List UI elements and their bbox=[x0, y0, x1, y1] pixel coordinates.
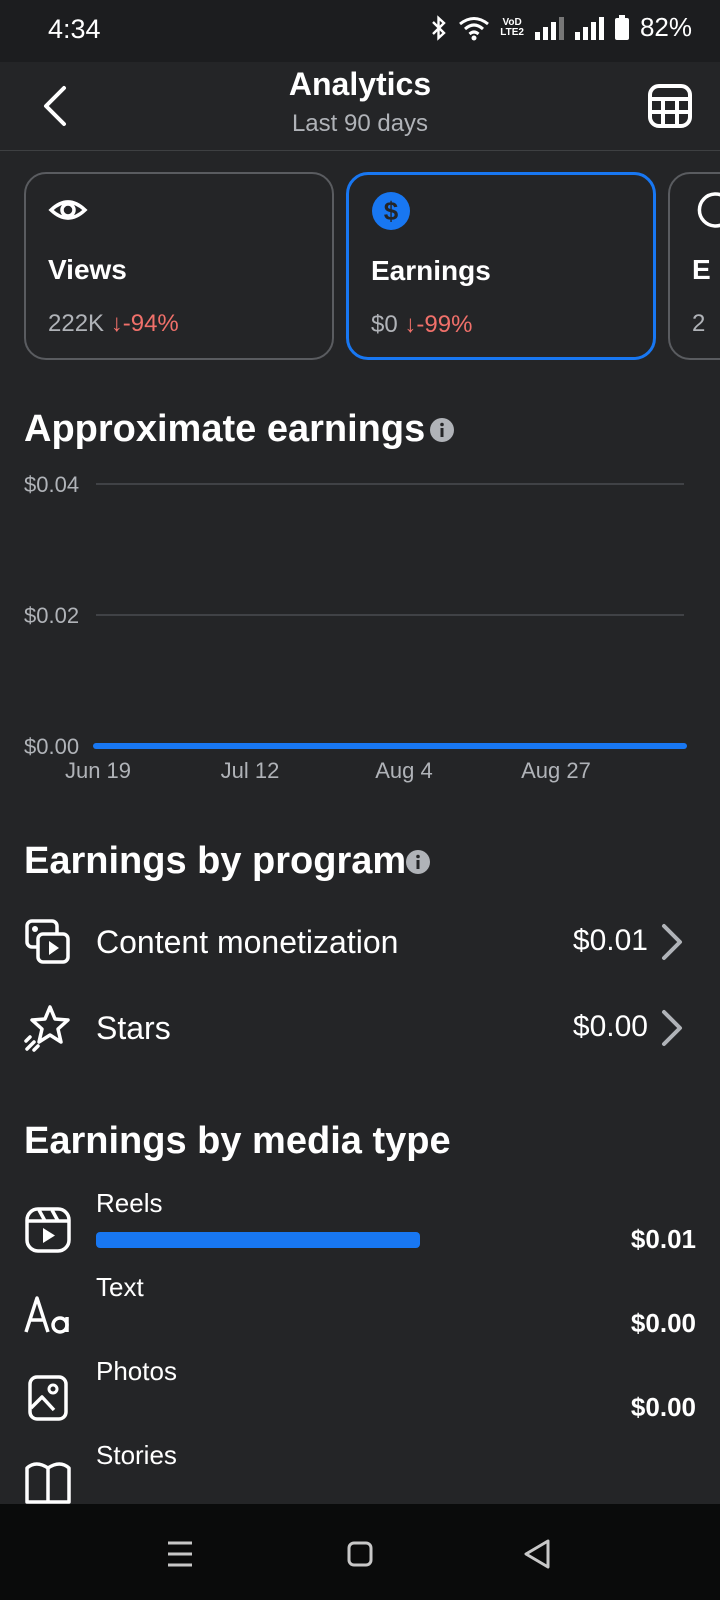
earnings-card[interactable]: $ Earnings $0 ↓-99% bbox=[346, 172, 656, 360]
date-range-subtitle[interactable]: Last 90 days bbox=[0, 110, 720, 138]
stars-icon bbox=[24, 1005, 70, 1052]
program-label: Stars bbox=[96, 1010, 171, 1046]
earnings-value: $0 bbox=[371, 311, 398, 338]
media-label: Text bbox=[96, 1272, 144, 1302]
photo-icon bbox=[28, 1375, 68, 1421]
x-tick-label: Jul 12 bbox=[221, 758, 280, 783]
program-value: $0.00 bbox=[572, 1010, 648, 1043]
chevron-right-icon bbox=[662, 924, 682, 960]
partial-icon bbox=[697, 192, 720, 228]
x-tick-label: Jun 19 bbox=[65, 758, 131, 783]
media-label: Stories bbox=[96, 1440, 177, 1470]
dollar-icon: $ bbox=[372, 192, 410, 230]
signal-icon-2 bbox=[574, 16, 604, 40]
status-time: 4:34 bbox=[48, 14, 101, 44]
earnings-chart: $0.04 $0.02 $0.00 Jun 19 Jul 12 Aug 4 Aug 27 bbox=[0, 470, 720, 810]
card-label: E bbox=[692, 254, 711, 285]
battery-icon bbox=[614, 14, 630, 41]
y-tick-label: $0.00 bbox=[24, 734, 79, 759]
wifi-icon bbox=[458, 15, 490, 41]
program-row-stars[interactable]: Stars $0.00 bbox=[0, 988, 720, 1068]
page-title: Analytics bbox=[288, 66, 432, 102]
text-icon bbox=[24, 1296, 69, 1334]
media-row-photos[interactable]: Photos $0.00 bbox=[0, 1354, 720, 1438]
media-value: $0.01 bbox=[630, 1224, 696, 1254]
stories-icon bbox=[25, 1462, 71, 1504]
media-section-title: Earnings by media type bbox=[24, 1120, 451, 1162]
media-row-stories[interactable]: Stories bbox=[0, 1438, 720, 1504]
recent-apps-icon[interactable] bbox=[160, 1534, 200, 1574]
system-nav-bar bbox=[0, 1504, 720, 1600]
card-value: 2 bbox=[692, 310, 706, 337]
earnings-delta: ↓-99% bbox=[404, 311, 473, 338]
program-label: Content monetization bbox=[96, 924, 399, 960]
signal-icon-1 bbox=[534, 16, 564, 40]
program-value: $0.01 bbox=[572, 924, 648, 957]
media-row-text[interactable]: Text $0.00 bbox=[0, 1270, 720, 1354]
y-tick-label: $0.02 bbox=[24, 603, 79, 628]
back-nav-icon[interactable] bbox=[518, 1534, 558, 1574]
info-icon[interactable] bbox=[430, 418, 454, 442]
x-tick-label: Aug 4 bbox=[375, 758, 433, 783]
network-type-icon: VoD LTE2 bbox=[500, 16, 524, 38]
chart-section-title: Approximate earnings bbox=[24, 408, 426, 450]
card-value: 222K ↓-94% bbox=[48, 310, 179, 338]
programs-section-title: Earnings by program bbox=[24, 840, 407, 882]
app-bar: Analytics Last 90 days bbox=[0, 62, 720, 151]
earnings-chart-svg: $0.04 $0.02 $0.00Jun 19 Jul 12 Aug 4 Aug 27 bbox=[24, 472, 687, 783]
program-row-content-monetization[interactable]: Content monetization $0.01 bbox=[0, 902, 720, 982]
battery-percent: 82% bbox=[639, 12, 692, 42]
status-bar: 4:34 VoD LTE2 82% bbox=[0, 0, 720, 62]
media-label: Photos bbox=[96, 1356, 177, 1386]
bluetooth-icon bbox=[430, 14, 448, 41]
media-row-reels[interactable]: Reels $0.01 bbox=[0, 1186, 720, 1270]
views-delta: ↓-94% bbox=[110, 310, 179, 337]
metric-cards: Views 222K ↓-94% $ Earnings $0 ↓-99% E 2 bbox=[24, 172, 720, 362]
views-value: 222K bbox=[48, 310, 105, 337]
content-monetization-icon bbox=[25, 919, 70, 964]
card-label: Views bbox=[48, 254, 127, 285]
media-value: $0.00 bbox=[630, 1392, 696, 1422]
media-value: $0.00 bbox=[630, 1308, 696, 1338]
table-view-button[interactable] bbox=[646, 82, 694, 130]
network-label-top: VoD bbox=[502, 16, 522, 28]
home-icon[interactable] bbox=[340, 1534, 380, 1574]
media-label: Reels bbox=[96, 1188, 163, 1218]
card-value: $0 ↓-99% bbox=[371, 311, 472, 339]
y-tick-label: $0.04 bbox=[24, 472, 79, 497]
partial-card[interactable]: E 2 bbox=[668, 172, 720, 360]
info-icon[interactable] bbox=[406, 850, 430, 874]
media-bar-fill bbox=[96, 1232, 420, 1248]
reels-icon bbox=[25, 1207, 71, 1253]
status-icons: VoD LTE2 82% bbox=[430, 12, 692, 43]
media-bar bbox=[96, 1232, 420, 1248]
eye-icon bbox=[48, 200, 88, 220]
svg-text:$: $ bbox=[384, 196, 399, 226]
x-tick-label: Aug 27 bbox=[521, 758, 591, 783]
views-card[interactable]: Views 222K ↓-94% bbox=[24, 172, 334, 360]
chevron-right-icon bbox=[662, 1010, 682, 1046]
table-icon bbox=[648, 84, 692, 128]
network-label-bottom: LTE2 bbox=[500, 26, 524, 38]
card-label: Earnings bbox=[371, 255, 491, 286]
